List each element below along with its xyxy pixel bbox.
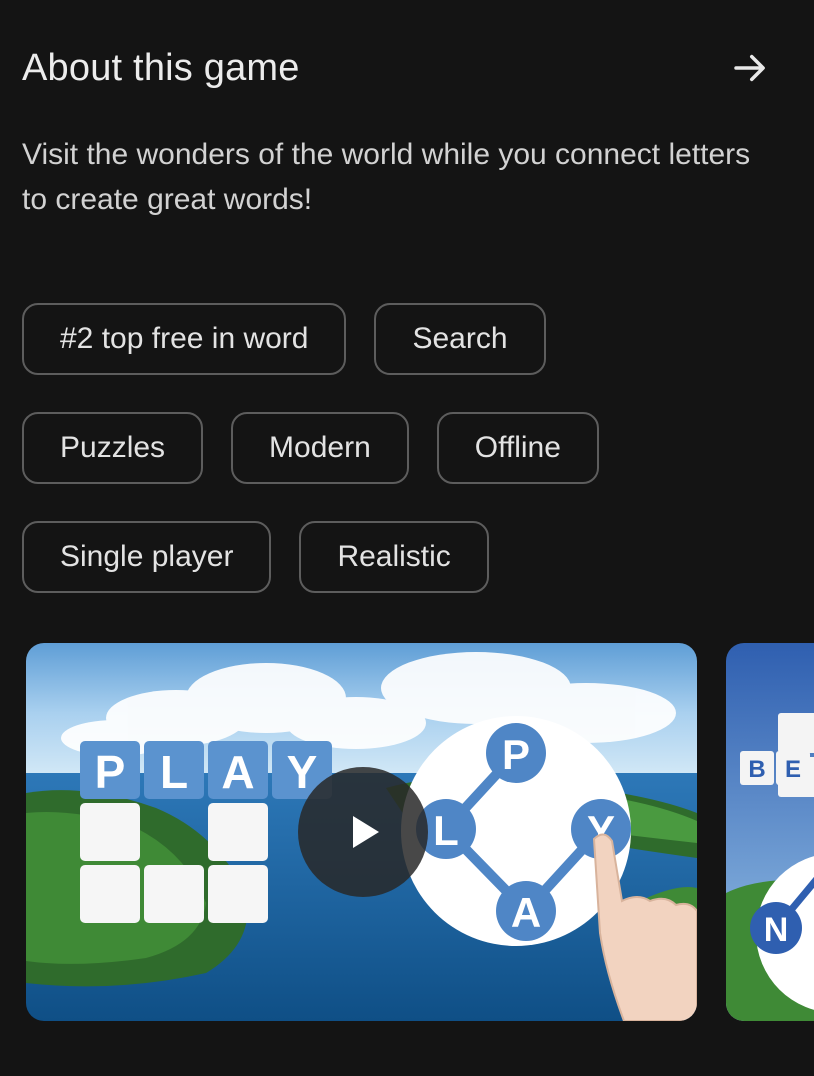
media-carousel[interactable]: P L A Y P L Y A B E N xyxy=(26,643,814,1023)
screenshot-thumbnail[interactable]: B E N xyxy=(726,643,814,1021)
tag-chip-offline[interactable]: Offline xyxy=(436,412,599,484)
play-icon[interactable] xyxy=(298,767,428,897)
wheel-letter: P xyxy=(502,731,530,778)
video-thumbnail[interactable]: P L A Y P L Y A xyxy=(26,643,697,1021)
game-description: Visit the wonders of the world while you… xyxy=(22,138,751,216)
tag-chip-puzzles[interactable]: Puzzles xyxy=(22,412,204,484)
tag-chip-modern[interactable]: Modern xyxy=(231,412,409,484)
tag-chip-search[interactable]: Search xyxy=(374,303,546,375)
tile-letter: L xyxy=(160,746,188,798)
chip-row: Puzzles Modern Offline xyxy=(22,412,792,484)
wheel-letter: A xyxy=(511,889,541,936)
tag-chip-single-player[interactable]: Single player xyxy=(22,521,272,593)
tile-letter: E xyxy=(785,756,801,783)
tag-chips: #2 top free in word Search Puzzles Moder… xyxy=(22,303,792,630)
about-game-section: About this game Visit the wonders of the… xyxy=(0,0,814,1076)
tag-chip-top-free[interactable]: #2 top free in word xyxy=(22,303,347,375)
tile-letter: P xyxy=(95,746,126,798)
section-title: About this game xyxy=(22,46,300,89)
chip-row: Single player Realistic xyxy=(22,521,792,593)
section-header[interactable]: About this game xyxy=(22,38,774,98)
tile-letter: A xyxy=(221,746,254,798)
wheel-letter: N xyxy=(764,911,789,949)
letter-wheel: P L Y A xyxy=(401,716,631,946)
tag-chip-realistic[interactable]: Realistic xyxy=(299,521,489,593)
screenshot-art: B E N xyxy=(726,643,814,1021)
arrow-right-icon[interactable] xyxy=(726,44,774,92)
tile-letter: B xyxy=(748,756,765,783)
chip-row: #2 top free in word Search xyxy=(22,303,792,375)
wheel-letter: L xyxy=(433,807,459,854)
